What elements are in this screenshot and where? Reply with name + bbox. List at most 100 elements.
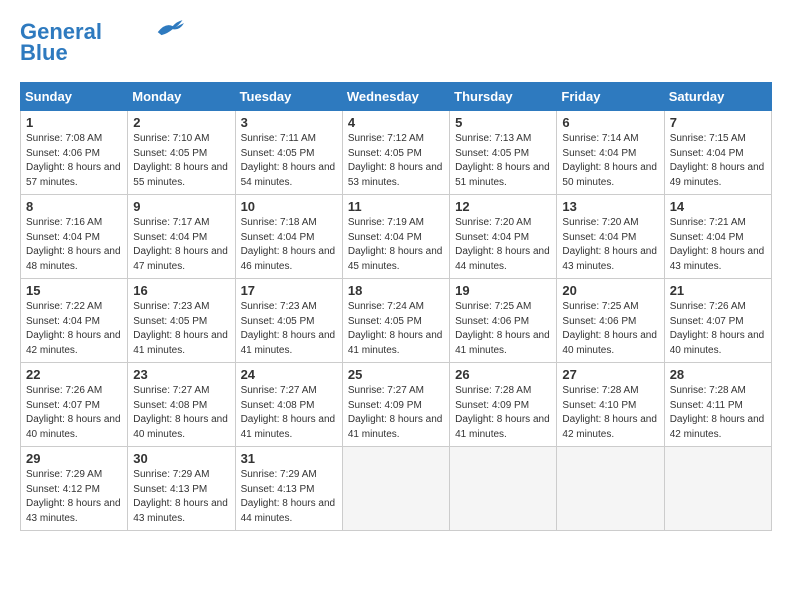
calendar-cell: 27 Sunrise: 7:28 AM Sunset: 4:10 PM Dayl…: [557, 363, 664, 447]
cell-info: Sunrise: 7:08 AM Sunset: 4:06 PM Dayligh…: [26, 132, 122, 190]
cell-info: Sunrise: 7:26 AM Sunset: 4:07 PM Dayligh…: [26, 384, 122, 442]
cell-info: Sunrise: 7:25 AM Sunset: 4:06 PM Dayligh…: [455, 300, 551, 358]
calendar-table: SundayMondayTuesdayWednesdayThursdayFrid…: [20, 82, 772, 531]
cell-info: Sunrise: 7:20 AM Sunset: 4:04 PM Dayligh…: [562, 216, 658, 274]
day-number: 11: [348, 199, 444, 214]
calendar-cell: 19 Sunrise: 7:25 AM Sunset: 4:06 PM Dayl…: [450, 279, 557, 363]
day-number: 17: [241, 283, 337, 298]
cell-info: Sunrise: 7:19 AM Sunset: 4:04 PM Dayligh…: [348, 216, 444, 274]
day-number: 12: [455, 199, 551, 214]
calendar-cell: 6 Sunrise: 7:14 AM Sunset: 4:04 PM Dayli…: [557, 111, 664, 195]
day-number: 10: [241, 199, 337, 214]
calendar-cell: [450, 447, 557, 531]
calendar-cell: 12 Sunrise: 7:20 AM Sunset: 4:04 PM Dayl…: [450, 195, 557, 279]
day-number: 23: [133, 367, 229, 382]
calendar-cell: 21 Sunrise: 7:26 AM Sunset: 4:07 PM Dayl…: [664, 279, 771, 363]
day-number: 31: [241, 451, 337, 466]
cell-info: Sunrise: 7:29 AM Sunset: 4:12 PM Dayligh…: [26, 468, 122, 526]
day-number: 16: [133, 283, 229, 298]
cell-info: Sunrise: 7:28 AM Sunset: 4:11 PM Dayligh…: [670, 384, 766, 442]
day-number: 24: [241, 367, 337, 382]
calendar-cell: 14 Sunrise: 7:21 AM Sunset: 4:04 PM Dayl…: [664, 195, 771, 279]
calendar-cell: 23 Sunrise: 7:27 AM Sunset: 4:08 PM Dayl…: [128, 363, 235, 447]
day-number: 30: [133, 451, 229, 466]
cell-info: Sunrise: 7:27 AM Sunset: 4:09 PM Dayligh…: [348, 384, 444, 442]
cell-info: Sunrise: 7:12 AM Sunset: 4:05 PM Dayligh…: [348, 132, 444, 190]
day-number: 19: [455, 283, 551, 298]
week-row-3: 15 Sunrise: 7:22 AM Sunset: 4:04 PM Dayl…: [21, 279, 772, 363]
week-row-5: 29 Sunrise: 7:29 AM Sunset: 4:12 PM Dayl…: [21, 447, 772, 531]
calendar-cell: 31 Sunrise: 7:29 AM Sunset: 4:13 PM Dayl…: [235, 447, 342, 531]
calendar-cell: 7 Sunrise: 7:15 AM Sunset: 4:04 PM Dayli…: [664, 111, 771, 195]
calendar-cell: 18 Sunrise: 7:24 AM Sunset: 4:05 PM Dayl…: [342, 279, 449, 363]
header: General Blue: [20, 20, 772, 66]
calendar-cell: 28 Sunrise: 7:28 AM Sunset: 4:11 PM Dayl…: [664, 363, 771, 447]
cell-info: Sunrise: 7:11 AM Sunset: 4:05 PM Dayligh…: [241, 132, 337, 190]
calendar-cell: 20 Sunrise: 7:25 AM Sunset: 4:06 PM Dayl…: [557, 279, 664, 363]
cell-info: Sunrise: 7:14 AM Sunset: 4:04 PM Dayligh…: [562, 132, 658, 190]
calendar-cell: 30 Sunrise: 7:29 AM Sunset: 4:13 PM Dayl…: [128, 447, 235, 531]
calendar-cell: 15 Sunrise: 7:22 AM Sunset: 4:04 PM Dayl…: [21, 279, 128, 363]
cell-info: Sunrise: 7:18 AM Sunset: 4:04 PM Dayligh…: [241, 216, 337, 274]
day-number: 26: [455, 367, 551, 382]
week-row-1: 1 Sunrise: 7:08 AM Sunset: 4:06 PM Dayli…: [21, 111, 772, 195]
day-number: 6: [562, 115, 658, 130]
calendar-cell: 25 Sunrise: 7:27 AM Sunset: 4:09 PM Dayl…: [342, 363, 449, 447]
cell-info: Sunrise: 7:17 AM Sunset: 4:04 PM Dayligh…: [133, 216, 229, 274]
day-number: 15: [26, 283, 122, 298]
cell-info: Sunrise: 7:27 AM Sunset: 4:08 PM Dayligh…: [133, 384, 229, 442]
calendar-cell: [664, 447, 771, 531]
day-number: 22: [26, 367, 122, 382]
day-number: 28: [670, 367, 766, 382]
calendar-cell: 3 Sunrise: 7:11 AM Sunset: 4:05 PM Dayli…: [235, 111, 342, 195]
calendar-cell: 9 Sunrise: 7:17 AM Sunset: 4:04 PM Dayli…: [128, 195, 235, 279]
cell-info: Sunrise: 7:26 AM Sunset: 4:07 PM Dayligh…: [670, 300, 766, 358]
logo-blue: Blue: [20, 40, 68, 66]
calendar-cell: 1 Sunrise: 7:08 AM Sunset: 4:06 PM Dayli…: [21, 111, 128, 195]
day-number: 5: [455, 115, 551, 130]
calendar-cell: 2 Sunrise: 7:10 AM Sunset: 4:05 PM Dayli…: [128, 111, 235, 195]
day-number: 8: [26, 199, 122, 214]
calendar-cell: 22 Sunrise: 7:26 AM Sunset: 4:07 PM Dayl…: [21, 363, 128, 447]
week-row-4: 22 Sunrise: 7:26 AM Sunset: 4:07 PM Dayl…: [21, 363, 772, 447]
header-sunday: Sunday: [21, 83, 128, 111]
calendar-cell: 8 Sunrise: 7:16 AM Sunset: 4:04 PM Dayli…: [21, 195, 128, 279]
header-wednesday: Wednesday: [342, 83, 449, 111]
cell-info: Sunrise: 7:10 AM Sunset: 4:05 PM Dayligh…: [133, 132, 229, 190]
calendar-cell: 5 Sunrise: 7:13 AM Sunset: 4:05 PM Dayli…: [450, 111, 557, 195]
calendar-cell: 4 Sunrise: 7:12 AM Sunset: 4:05 PM Dayli…: [342, 111, 449, 195]
header-tuesday: Tuesday: [235, 83, 342, 111]
cell-info: Sunrise: 7:13 AM Sunset: 4:05 PM Dayligh…: [455, 132, 551, 190]
cell-info: Sunrise: 7:16 AM Sunset: 4:04 PM Dayligh…: [26, 216, 122, 274]
day-number: 27: [562, 367, 658, 382]
cell-info: Sunrise: 7:29 AM Sunset: 4:13 PM Dayligh…: [133, 468, 229, 526]
day-number: 4: [348, 115, 444, 130]
day-number: 29: [26, 451, 122, 466]
day-number: 25: [348, 367, 444, 382]
logo-bird-icon: [154, 18, 184, 38]
day-number: 21: [670, 283, 766, 298]
calendar-cell: 13 Sunrise: 7:20 AM Sunset: 4:04 PM Dayl…: [557, 195, 664, 279]
cell-info: Sunrise: 7:22 AM Sunset: 4:04 PM Dayligh…: [26, 300, 122, 358]
cell-info: Sunrise: 7:28 AM Sunset: 4:10 PM Dayligh…: [562, 384, 658, 442]
cell-info: Sunrise: 7:27 AM Sunset: 4:08 PM Dayligh…: [241, 384, 337, 442]
header-thursday: Thursday: [450, 83, 557, 111]
cell-info: Sunrise: 7:29 AM Sunset: 4:13 PM Dayligh…: [241, 468, 337, 526]
day-number: 13: [562, 199, 658, 214]
day-number: 3: [241, 115, 337, 130]
calendar-cell: 29 Sunrise: 7:29 AM Sunset: 4:12 PM Dayl…: [21, 447, 128, 531]
day-number: 9: [133, 199, 229, 214]
cell-info: Sunrise: 7:25 AM Sunset: 4:06 PM Dayligh…: [562, 300, 658, 358]
cell-info: Sunrise: 7:15 AM Sunset: 4:04 PM Dayligh…: [670, 132, 766, 190]
day-number: 7: [670, 115, 766, 130]
cell-info: Sunrise: 7:23 AM Sunset: 4:05 PM Dayligh…: [241, 300, 337, 358]
cell-info: Sunrise: 7:23 AM Sunset: 4:05 PM Dayligh…: [133, 300, 229, 358]
calendar-header-row: SundayMondayTuesdayWednesdayThursdayFrid…: [21, 83, 772, 111]
calendar-cell: 16 Sunrise: 7:23 AM Sunset: 4:05 PM Dayl…: [128, 279, 235, 363]
calendar-cell: 26 Sunrise: 7:28 AM Sunset: 4:09 PM Dayl…: [450, 363, 557, 447]
header-saturday: Saturday: [664, 83, 771, 111]
cell-info: Sunrise: 7:20 AM Sunset: 4:04 PM Dayligh…: [455, 216, 551, 274]
calendar-cell: 24 Sunrise: 7:27 AM Sunset: 4:08 PM Dayl…: [235, 363, 342, 447]
cell-info: Sunrise: 7:28 AM Sunset: 4:09 PM Dayligh…: [455, 384, 551, 442]
calendar-cell: [342, 447, 449, 531]
